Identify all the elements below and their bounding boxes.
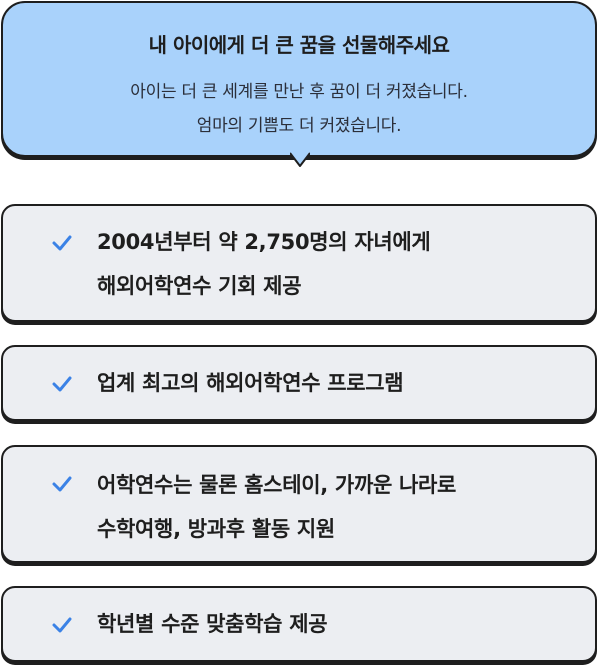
bubble-title: 내 아이에게 더 큰 꿈을 선물해주세요	[148, 33, 450, 57]
benefit-text-line-1: 업계 최고의 해외어학연수 프로그램	[97, 371, 404, 395]
benefit-text-line-1: 2004년부터 약 2,750명의 자녀에게	[97, 230, 431, 254]
bubble-subtitle-line-1: 아이는 더 큰 세계를 만난 후 꿈이 더 커졌습니다.	[130, 82, 468, 102]
benefit-text: 업계 최고의 해외어학연수 프로그램	[97, 361, 404, 405]
benefit-text-line-1: 어학연수는 물론 홈스테이, 가까운 나라로	[97, 473, 457, 497]
benefit-card: 학년별 수준 맞춤학습 제공	[1, 586, 597, 662]
bubble-subtitle-line-2: 엄마의 기쁨도 더 커졌습니다.	[196, 116, 402, 136]
speech-bubble: 내 아이에게 더 큰 꿈을 선물해주세요 아이는 더 큰 세계를 만난 후 꿈이…	[1, 1, 597, 157]
bubble-subtitle: 아이는 더 큰 세계를 만난 후 꿈이 더 커졌습니다. 엄마의 기쁨도 더 커…	[3, 75, 595, 143]
benefit-card: 어학연수는 물론 홈스테이, 가까운 나라로 수학여행, 방과후 활동 지원	[1, 445, 597, 563]
benefit-text-line-2: 해외어학연수 기회 제공	[97, 274, 302, 298]
benefit-text: 2004년부터 약 2,750명의 자녀에게 해외어학연수 기회 제공	[97, 220, 431, 308]
benefit-text: 어학연수는 물론 홈스테이, 가까운 나라로 수학여행, 방과후 활동 지원	[97, 463, 456, 551]
benefit-card: 업계 최고의 해외어학연수 프로그램	[1, 345, 597, 421]
checkmark-icon	[52, 235, 72, 251]
benefit-card: 2004년부터 약 2,750명의 자녀에게 해외어학연수 기회 제공	[1, 204, 597, 322]
checkmark-icon	[52, 476, 72, 492]
benefit-text: 학년별 수준 맞춤학습 제공	[97, 602, 328, 646]
benefit-text-line-1: 학년별 수준 맞춤학습 제공	[97, 612, 328, 636]
checkmark-icon	[52, 617, 72, 633]
speech-bubble-tail	[290, 150, 310, 167]
benefit-text-line-2: 수학여행, 방과후 활동 지원	[97, 517, 335, 541]
checkmark-icon	[52, 376, 72, 392]
